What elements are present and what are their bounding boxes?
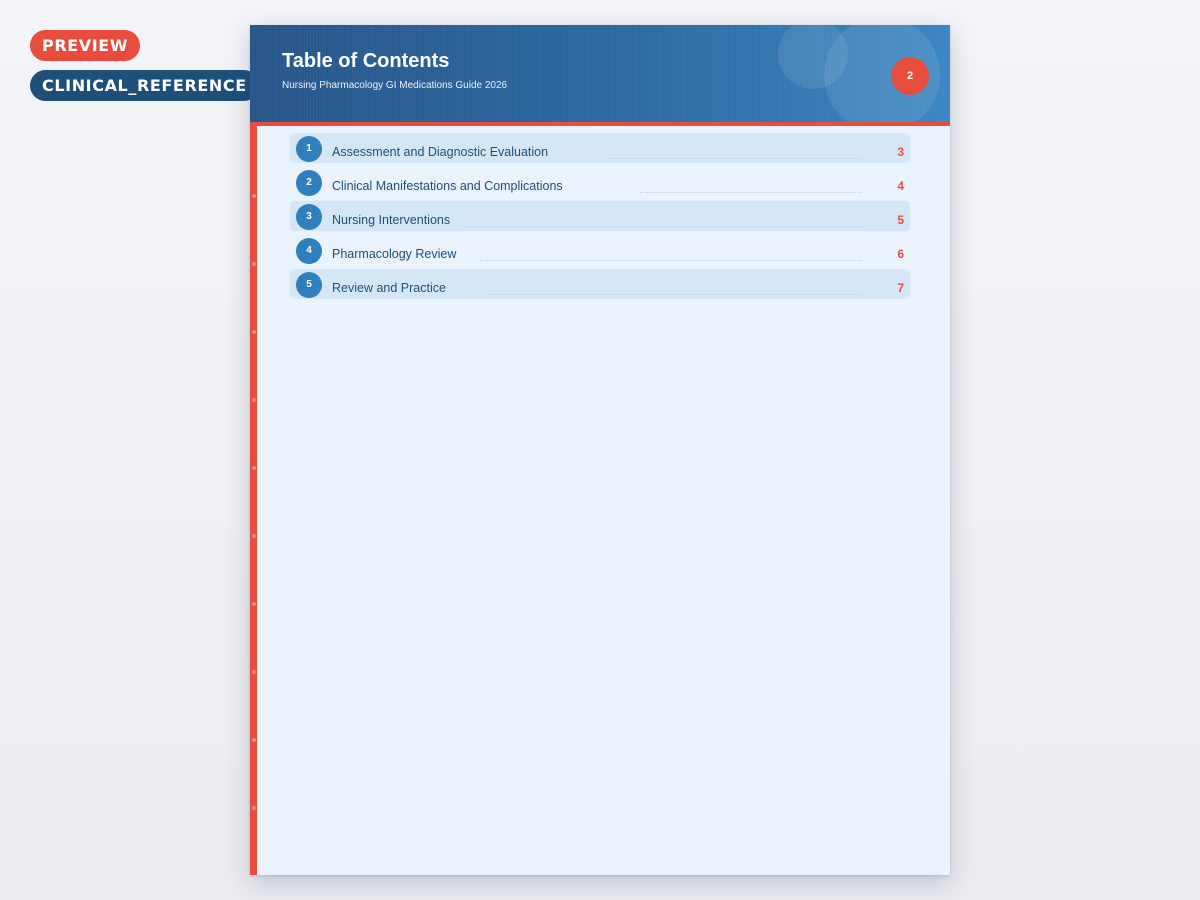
toc-leader-dots: [640, 192, 862, 193]
binding-dot: [252, 330, 256, 334]
binding-dot: [252, 602, 256, 606]
binding-dot: [252, 738, 256, 742]
toc-entry-title: Assessment and Diagnostic Evaluation: [332, 145, 549, 159]
page-header: Table of Contents Nursing Pharmacology G…: [250, 25, 950, 122]
binding-dot: [252, 398, 256, 402]
binding-dot: [252, 262, 256, 266]
binding-dot: [252, 670, 256, 674]
document-type-badge: CLINICAL_REFERENCE: [30, 70, 259, 101]
toc-entry-page: 6: [897, 247, 904, 261]
toc-entry-page: 4: [897, 179, 904, 193]
page-number-badge: 2: [891, 57, 929, 95]
toc-leader-dots: [610, 158, 862, 159]
toc-entry[interactable]: 3 Nursing Interventions 5: [290, 201, 910, 231]
binding-edge: [250, 126, 257, 875]
toc-entry-title: Review and Practice: [332, 281, 446, 295]
toc-entry[interactable]: 5 Review and Practice 7: [290, 269, 910, 299]
toc-entry-number: 2: [296, 170, 322, 196]
toc-entry-title: Pharmacology Review: [332, 247, 457, 261]
toc-leader-dots: [466, 226, 862, 227]
toc-leader-dots: [480, 260, 862, 261]
page-subtitle: Nursing Pharmacology GI Medications Guid…: [282, 80, 508, 91]
header-divider: [250, 122, 950, 126]
toc-entry-number: 4: [296, 238, 322, 264]
preview-badge: PREVIEW: [30, 30, 141, 61]
toc-entry-title: Clinical Manifestations and Complication…: [332, 179, 563, 193]
toc-entry-number: 5: [296, 272, 322, 298]
toc-entry-page: 7: [897, 281, 904, 295]
binding-dot: [252, 806, 256, 810]
binding-dot: [252, 194, 256, 198]
toc-entry-page: 3: [897, 145, 904, 159]
toc-entry[interactable]: 2 Clinical Manifestations and Complicati…: [290, 167, 910, 197]
toc-entry[interactable]: 1 Assessment and Diagnostic Evaluation 3: [290, 133, 910, 163]
toc-leader-dots: [490, 294, 862, 295]
table-of-contents: 1 Assessment and Diagnostic Evaluation 3…: [290, 133, 910, 303]
binding-dot: [252, 466, 256, 470]
toc-entry-page: 5: [897, 213, 904, 227]
toc-entry-title: Nursing Interventions: [332, 213, 451, 227]
document-page: Table of Contents Nursing Pharmacology G…: [250, 25, 950, 875]
toc-entry-number: 3: [296, 204, 322, 230]
binding-dot: [252, 534, 256, 538]
toc-entry-number: 1: [296, 136, 322, 162]
toc-entry[interactable]: 4 Pharmacology Review 6: [290, 235, 910, 265]
page-title: Table of Contents: [282, 50, 450, 72]
